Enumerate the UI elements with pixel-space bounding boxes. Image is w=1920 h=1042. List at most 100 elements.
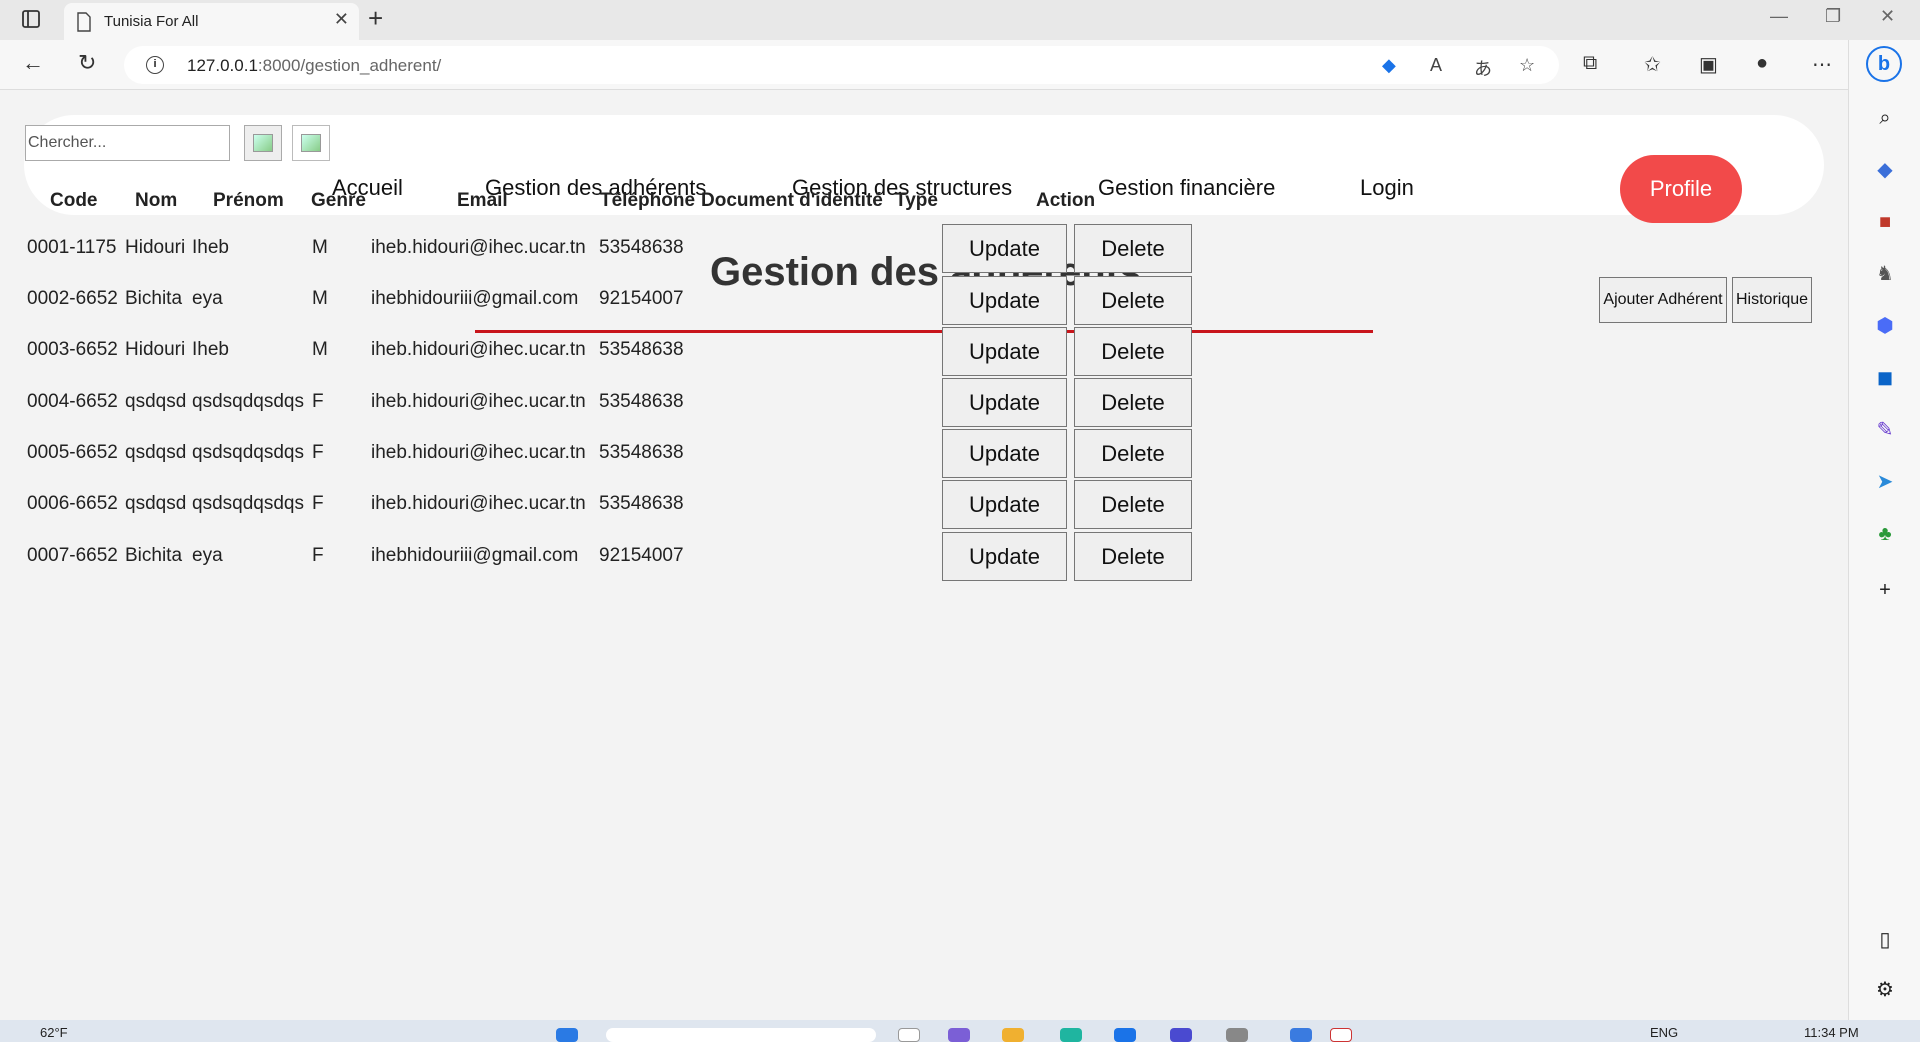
nav-login[interactable]: Login [1360, 175, 1414, 201]
delete-button[interactable]: Delete [1074, 532, 1192, 581]
cell-prenom: qsdsqdqsdqs [192, 442, 304, 463]
cell-code: 0002-6652 [27, 288, 118, 309]
cell-prenom: eya [192, 545, 223, 566]
minimize-icon[interactable]: — [1770, 6, 1788, 27]
weather-text[interactable]: 62°F [40, 1025, 68, 1040]
chat-icon[interactable] [948, 1028, 970, 1042]
browser-tab-bar: Tunisia For All ✕ + — ❐ ✕ [0, 0, 1920, 40]
outlook-icon[interactable]: ◼ [1873, 366, 1897, 390]
update-button[interactable]: Update [942, 224, 1067, 273]
app-icon[interactable] [1330, 1028, 1352, 1042]
translate-icon[interactable]: あ [1474, 55, 1492, 81]
delete-button[interactable]: Delete [1074, 378, 1192, 427]
page-content: Accueil Gestion des adhérents Gestion de… [0, 90, 1848, 1020]
cell-tel: 53548638 [599, 442, 684, 463]
address-bar[interactable]: i 127.0.0.1:8000/gestion_adherent/ ◆ A あ… [124, 46, 1559, 84]
cell-tel: 53548638 [599, 237, 684, 258]
search-icon[interactable]: ⌕ [1873, 106, 1897, 130]
col-header-email: Email [457, 190, 508, 211]
store-icon[interactable] [1114, 1028, 1136, 1042]
language-indicator[interactable]: ENG [1650, 1025, 1678, 1040]
col-header-telephone: Téléphone [600, 190, 696, 211]
favorites-icon[interactable]: ✩ [1644, 52, 1661, 77]
cell-email: iheb.hidouri@ihec.ucar.tn [371, 339, 586, 360]
designer-icon[interactable]: ✎ [1873, 418, 1897, 442]
clock-time[interactable]: 11:34 PM [1804, 1025, 1859, 1040]
tab-actions-icon[interactable] [20, 8, 44, 32]
cell-nom: Bichita [125, 288, 183, 309]
col-header-prenom: Prénom [213, 190, 284, 211]
col-header-genre: Genre [311, 190, 366, 211]
refresh-icon[interactable]: ↻ [78, 50, 96, 76]
address-bar-row: ← ↻ i 127.0.0.1:8000/gestion_adherent/ ◆… [0, 40, 1920, 90]
cell-email: iheb.hidouri@ihec.ucar.tn [371, 493, 586, 514]
broken-image-icon [253, 134, 273, 152]
col-header-code: Code [50, 190, 98, 211]
profile-button[interactable]: Profile [1620, 155, 1742, 223]
app-icon[interactable] [1170, 1028, 1192, 1042]
shopping-tag-icon[interactable]: ◆ [1873, 158, 1897, 182]
cell-genre: M [312, 339, 328, 360]
task-view-icon[interactable] [898, 1028, 920, 1042]
back-icon[interactable]: ← [22, 50, 44, 76]
update-button[interactable]: Update [942, 532, 1067, 581]
delete-button[interactable]: Delete [1074, 429, 1192, 478]
browser-tab[interactable]: Tunisia For All ✕ [64, 3, 359, 40]
split-view-icon[interactable]: ▯ [1873, 928, 1897, 952]
history-button[interactable]: Historique [1732, 277, 1812, 323]
cell-code: 0004-6652 [27, 391, 118, 412]
start-icon[interactable] [556, 1028, 578, 1042]
cell-code: 0006-6652 [27, 493, 118, 514]
tree-icon[interactable]: ♣ [1873, 522, 1897, 546]
taskbar-search-box[interactable] [606, 1028, 876, 1042]
cell-code: 0007-6652 [27, 545, 118, 566]
image-placeholder [292, 125, 330, 161]
nav-gestion-financiere[interactable]: Gestion financière [1098, 175, 1275, 201]
settings-gear-icon[interactable]: ⚙ [1873, 978, 1897, 1002]
update-button[interactable]: Update [942, 327, 1067, 376]
cell-email: ihebhidouriii@gmail.com [371, 288, 579, 309]
delete-button[interactable]: Delete [1074, 480, 1192, 529]
delete-button[interactable]: Delete [1074, 276, 1192, 325]
url-text[interactable]: 127.0.0.1:8000/gestion_adherent/ [187, 56, 441, 76]
edge-taskbar-icon[interactable] [1060, 1028, 1082, 1042]
collections-icon[interactable]: ▣ [1699, 52, 1718, 77]
extensions-icon[interactable]: ⧉ [1583, 52, 1597, 75]
add-sidebar-app-icon[interactable]: + [1873, 578, 1897, 602]
title-underline [475, 330, 1373, 333]
search-image-button[interactable] [244, 125, 282, 161]
delete-button[interactable]: Delete [1074, 224, 1192, 273]
add-favorite-icon[interactable]: ☆ [1519, 55, 1535, 76]
update-button[interactable]: Update [942, 480, 1067, 529]
app-icon[interactable] [1290, 1028, 1312, 1042]
close-window-icon[interactable]: ✕ [1880, 6, 1895, 27]
app-icon[interactable] [1226, 1028, 1248, 1042]
add-adherent-button[interactable]: Ajouter Adhérent [1599, 277, 1727, 323]
update-button[interactable]: Update [942, 276, 1067, 325]
coupon-tag-icon[interactable]: ◆ [1382, 55, 1396, 76]
close-tab-icon[interactable]: ✕ [334, 9, 349, 30]
cell-nom: qsdqsd [125, 493, 187, 514]
site-info-icon[interactable]: i [146, 56, 164, 74]
microsoft365-icon[interactable]: ⬢ [1873, 314, 1897, 338]
copilot-icon[interactable]: b [1866, 46, 1902, 82]
cell-prenom: Iheb [192, 339, 229, 360]
games-icon[interactable]: ♞ [1873, 262, 1897, 286]
more-menu-icon[interactable]: ⋯ [1812, 52, 1832, 77]
delete-button[interactable]: Delete [1074, 327, 1192, 376]
search-input[interactable] [25, 125, 230, 161]
tools-icon[interactable]: ■ [1873, 210, 1897, 234]
profile-avatar-icon[interactable]: ● [1756, 52, 1768, 75]
restore-icon[interactable]: ❐ [1825, 6, 1841, 27]
read-aloud-icon[interactable]: A [1430, 55, 1442, 76]
update-button[interactable]: Update [942, 378, 1067, 427]
new-tab-button[interactable]: + [368, 3, 383, 34]
cell-genre: F [312, 545, 324, 566]
os-taskbar: 62°F ENG 11:34 PM [0, 1020, 1920, 1042]
file-explorer-icon[interactable] [1002, 1028, 1024, 1042]
col-header-type: Type [895, 190, 938, 211]
send-icon[interactable]: ➤ [1873, 470, 1897, 494]
col-header-document: Document d'identité [701, 190, 883, 211]
update-button[interactable]: Update [942, 429, 1067, 478]
broken-image-icon [301, 134, 321, 152]
